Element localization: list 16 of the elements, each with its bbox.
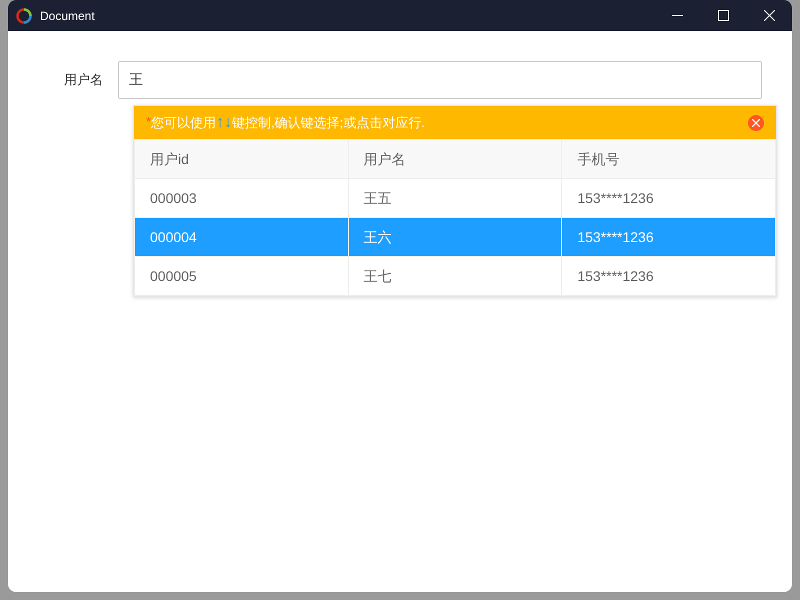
arrow-keys-text: ↑↓ <box>216 112 232 132</box>
table-cell[interactable]: 王七 <box>348 256 562 296</box>
hint-text: 您可以使用 <box>151 114 216 132</box>
column-header: 用户id <box>134 140 348 178</box>
maximize-icon[interactable] <box>718 10 728 21</box>
column-header: 手机号 <box>562 140 776 178</box>
window-title: Document <box>40 8 95 24</box>
field-label: 用户名 <box>63 71 104 90</box>
hint-text: 键控制,确认键选择;或点击对应行. <box>232 114 425 132</box>
close-icon[interactable] <box>764 10 774 21</box>
username-field[interactable]: 王 <box>118 61 762 99</box>
app-logo-icon <box>16 8 32 24</box>
column-header: 用户名 <box>348 140 562 178</box>
table-cell[interactable]: 000005 <box>134 256 348 296</box>
table-cell[interactable]: 153****1236 <box>562 256 776 296</box>
required-mark: * <box>146 113 152 131</box>
